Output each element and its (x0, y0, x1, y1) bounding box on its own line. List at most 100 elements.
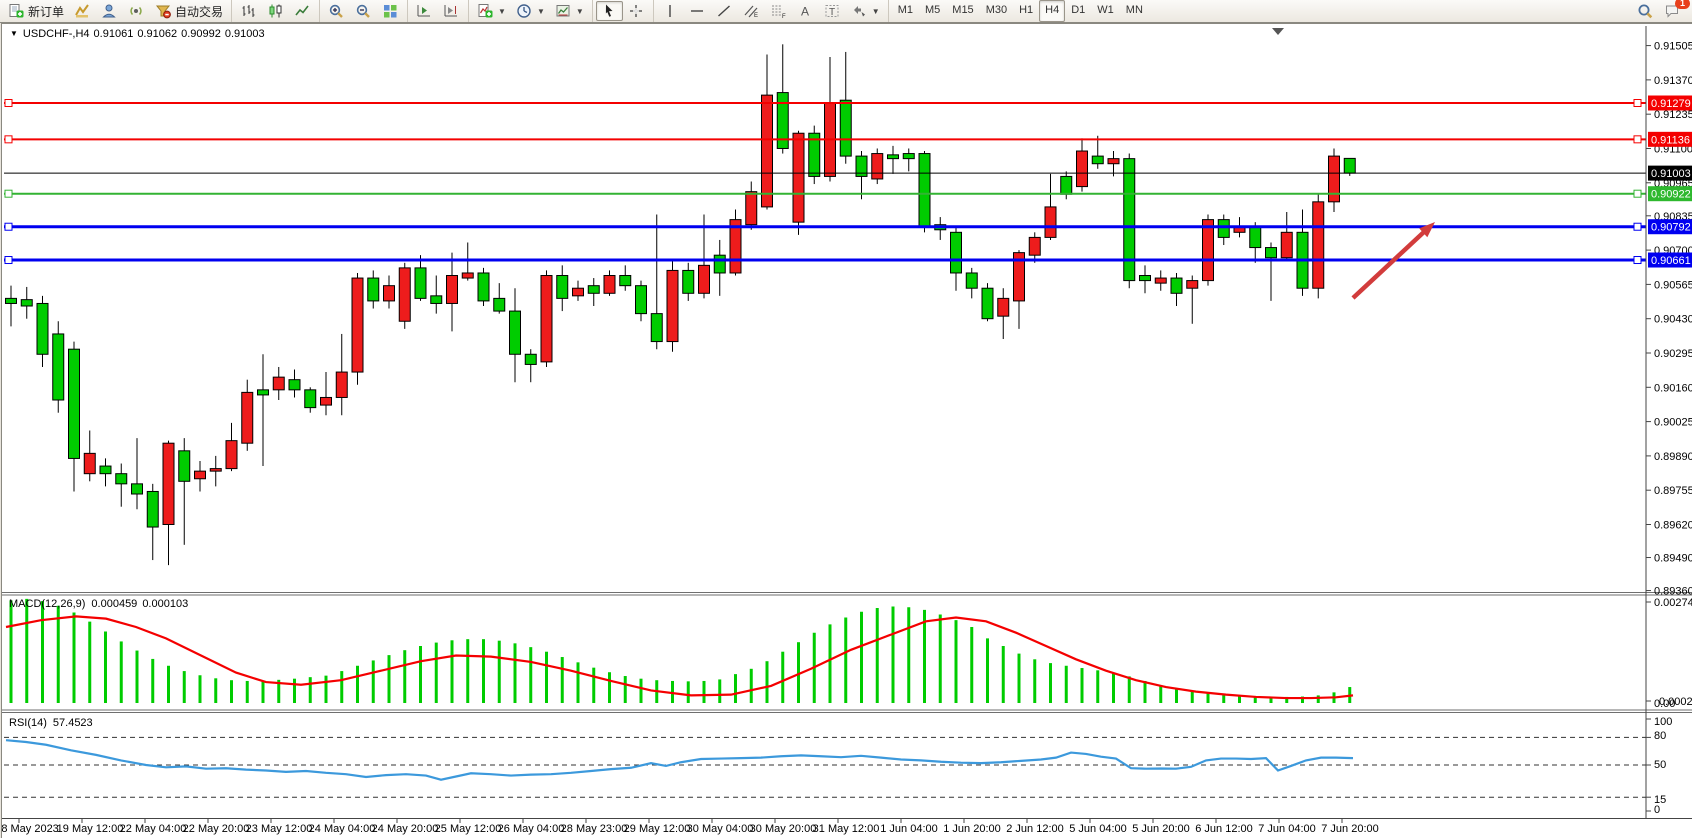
time-tick-label: 25 May 12:00 (435, 823, 502, 835)
time-tick-label: 7 Jun 04:00 (1258, 823, 1316, 835)
search-icon (1637, 3, 1654, 19)
price-badge-text: 0.90792 (1651, 222, 1691, 234)
search-button[interactable] (1632, 1, 1659, 21)
rsi-axis-label: 50 (1654, 759, 1666, 771)
fibonacci-button[interactable]: F (765, 1, 792, 21)
candles-chart-button[interactable] (262, 1, 289, 21)
line-chart-button[interactable] (289, 1, 316, 21)
price-badge-text: 0.91136 (1651, 134, 1690, 146)
trendline-button[interactable] (711, 1, 738, 21)
line-handle-right[interactable] (1634, 223, 1641, 230)
timeframe-h1-button[interactable]: H1 (1013, 0, 1039, 22)
templates-button[interactable]: ▼ (550, 1, 589, 21)
toolbar: 新订单 自动交易 ▼ ▼ ▼ E FA T ▼ M1M5M15M30H1H4D1W1MN 1 (0, 0, 1692, 23)
text-icon: A (797, 3, 814, 19)
rsi-axis-label: 80 (1654, 730, 1666, 742)
time-tick-label: 28 May 23:00 (561, 823, 628, 835)
auto-scroll-button[interactable] (411, 1, 438, 21)
dropdown-caret-icon[interactable]: ▼ (872, 7, 880, 16)
line-chart-icon (294, 3, 311, 19)
timeframe-w1-button[interactable]: W1 (1091, 0, 1120, 22)
price-badge-text: 0.90661 (1651, 255, 1691, 267)
notifications-button[interactable]: 1 (1659, 1, 1686, 21)
price-badge-0.91136: 0.91136 (1648, 132, 1692, 147)
time-tick-label: 31 May 12:00 (813, 823, 880, 835)
line-handle-left[interactable] (5, 257, 12, 264)
chart-canvas[interactable]: 0.915050.913700.912350.911000.909650.908… (1, 1, 1692, 838)
time-tick-label: 24 May 20:00 (372, 823, 439, 835)
price-badge-text: 0.91279 (1651, 98, 1691, 110)
zoom-in-button[interactable] (323, 1, 350, 21)
crosshair-button[interactable] (623, 1, 650, 21)
vline-button[interactable] (657, 1, 684, 21)
bars-chart-icon (240, 3, 257, 19)
ohlc-close: 0.91003 (225, 28, 265, 40)
line-handle-right[interactable] (1634, 190, 1641, 197)
time-tick-label: 5 Jun 20:00 (1132, 823, 1190, 835)
ohlc-open: 0.91061 (94, 28, 134, 40)
timeframe-d1-button[interactable]: D1 (1065, 0, 1091, 22)
svg-text:E: E (754, 13, 758, 19)
timeframe-mn-button[interactable]: MN (1120, 0, 1149, 22)
time-tick-label: 1 Jun 20:00 (943, 823, 1001, 835)
label-button[interactable]: T (819, 1, 846, 21)
svg-text:T: T (829, 7, 835, 18)
time-tick-label: 22 May 04:00 (120, 823, 187, 835)
cursor-button[interactable] (596, 1, 623, 21)
bars-chart-button[interactable] (235, 1, 262, 21)
new-order-button[interactable]: 新订单 (3, 1, 69, 21)
price-tick-label: 0.91370 (1654, 75, 1692, 87)
chart-shift-button[interactable] (438, 1, 465, 21)
price-tick-label: 0.89620 (1654, 519, 1692, 531)
toolbar-right-section: 1 (1632, 1, 1692, 21)
rsi-axis-label: 0 (1654, 804, 1660, 816)
symbol-period-label: USDCHF-,H4 (23, 28, 90, 40)
chart-title: ▼USDCHF-,H40.910610.910620.909920.91003 (10, 28, 269, 40)
time-tick-label: 29 May 12:00 (624, 823, 691, 835)
zoom-out-button[interactable] (350, 1, 377, 21)
rsi-axis-label: 100 (1654, 716, 1672, 728)
periods-button[interactable]: ▼ (511, 1, 550, 21)
time-tick-label: 24 May 04:00 (309, 823, 376, 835)
price-tick-label: 0.91235 (1654, 109, 1692, 121)
chart-window[interactable]: ▼USDCHF-,H40.910610.910620.909920.91003 … (1, 23, 1692, 838)
charts-icon (74, 3, 91, 19)
hline-button[interactable] (684, 1, 711, 21)
dropdown-caret-icon[interactable]: ▼ (498, 7, 506, 16)
indicators-button[interactable]: ▼ (472, 1, 511, 21)
price-tick-label: 0.90565 (1654, 279, 1692, 291)
time-tick-label: 18 May 2023 (1, 823, 59, 835)
line-handle-right[interactable] (1634, 100, 1641, 107)
toolbar-group-4: ▼ ▼ ▼ (469, 0, 593, 22)
notification-badge: 1 (1675, 0, 1690, 9)
charts-button[interactable] (69, 1, 96, 21)
arrows-button[interactable]: ▼ (846, 1, 885, 21)
autotrading-button[interactable]: 自动交易 (150, 1, 228, 21)
line-handle-left[interactable] (5, 190, 12, 197)
timeframe-m1-button[interactable]: M1 (892, 0, 919, 22)
line-handle-left[interactable] (5, 223, 12, 230)
profile-button[interactable] (96, 1, 123, 21)
timeframe-m30-button[interactable]: M30 (980, 0, 1013, 22)
macd-label: MACD(12,26,9)0.0004590.000103 (9, 598, 188, 610)
text-button[interactable]: A (792, 1, 819, 21)
line-handle-left[interactable] (5, 100, 12, 107)
timeframe-m15-button[interactable]: M15 (946, 0, 979, 22)
signals-button[interactable] (123, 1, 150, 21)
timeframe-m5-button[interactable]: M5 (919, 0, 946, 22)
price-tick-label: 0.89890 (1654, 451, 1692, 463)
timeframe-h4-button[interactable]: H4 (1039, 0, 1065, 22)
dropdown-caret-icon[interactable]: ▼ (537, 7, 545, 16)
price-tick-label: 0.90430 (1654, 314, 1692, 326)
dropdown-caret-icon[interactable]: ▼ (576, 7, 584, 16)
trendline-icon (716, 3, 733, 19)
channel-button[interactable]: E (738, 1, 765, 21)
time-tick-label: 7 Jun 20:00 (1321, 823, 1379, 835)
line-handle-right[interactable] (1634, 136, 1641, 143)
tile-windows-button[interactable] (377, 1, 404, 21)
price-badge-0.91279: 0.91279 (1648, 96, 1692, 111)
line-handle-right[interactable] (1634, 257, 1641, 264)
chevron-down-icon[interactable]: ▼ (10, 29, 18, 38)
price-tick-label: 0.91505 (1654, 41, 1692, 53)
line-handle-left[interactable] (5, 136, 12, 143)
